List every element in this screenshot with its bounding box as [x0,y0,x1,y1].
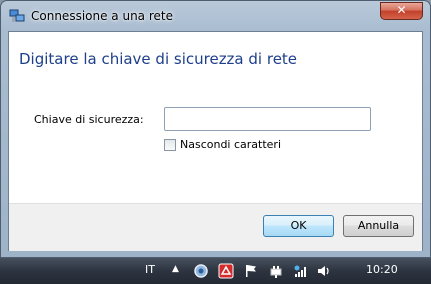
show-hidden-icons-button[interactable]: ▲ [172,264,179,274]
volume-icon[interactable] [316,263,332,279]
action-center-flag-icon[interactable] [243,263,259,279]
hide-characters-checkbox[interactable] [164,139,176,151]
window-title: Connessione a una rete [31,9,173,23]
taskbar: IT ▲ 10:20 [0,258,431,284]
cancel-button[interactable]: Annulla [343,215,414,237]
security-key-label: Chiave di sicurezza: [34,113,144,126]
connect-to-network-window: Connessione a una rete ✕ Digitare la chi… [0,0,431,258]
dialog-content: Digitare la chiave di sicurezza di rete … [8,31,423,251]
clock[interactable]: 10:20 [366,263,398,276]
power-icon[interactable] [268,263,284,279]
title-bar[interactable]: Connessione a una rete ✕ [1,1,430,31]
network-icon [9,8,25,24]
hide-characters-label[interactable]: Nascondi caratteri [180,138,281,151]
button-bar: OK Annulla [9,203,422,251]
network-icon[interactable] [193,263,209,279]
close-button[interactable]: ✕ [380,2,423,20]
language-indicator[interactable]: IT [145,263,155,276]
dialog-heading: Digitare la chiave di sicurezza di rete [19,50,298,68]
ok-button[interactable]: OK [263,215,334,237]
antivirus-icon[interactable] [218,263,234,279]
wireless-network-icon[interactable] [293,263,309,279]
security-key-input[interactable] [164,107,371,131]
